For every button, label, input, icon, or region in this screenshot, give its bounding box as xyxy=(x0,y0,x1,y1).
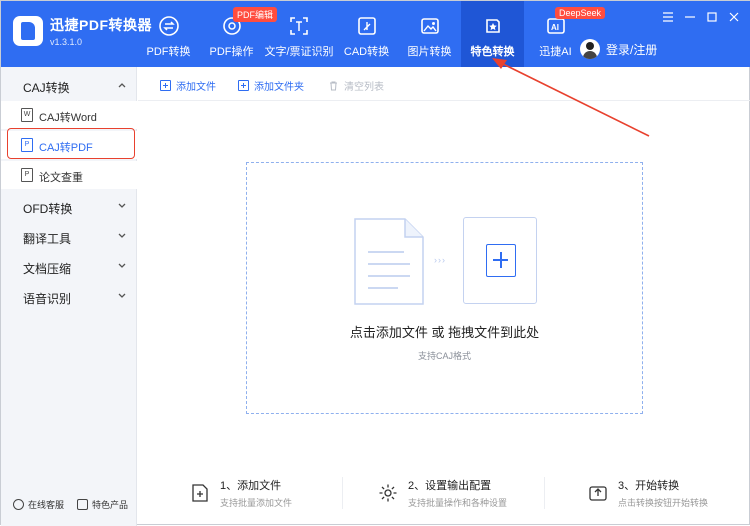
menu-icon[interactable] xyxy=(657,9,679,25)
chevron-up-icon xyxy=(118,83,126,88)
special-icon xyxy=(485,19,500,33)
sidebar-item-paper-check[interactable]: P 论文查重 xyxy=(1,161,137,189)
toolbar: 添加文件 添加文件夹 清空列表 xyxy=(138,67,750,101)
chevron-down-icon xyxy=(118,203,126,208)
app-logo: 迅捷PDF转换器 v1.3.1.0 xyxy=(13,15,152,47)
featured-products-label: 特色产品 xyxy=(92,500,129,510)
sidebar-item-label: 论文查重 xyxy=(39,172,83,184)
nav-label: PDF转换 xyxy=(146,46,191,58)
add-target-box xyxy=(463,217,537,304)
section-label: 语音识别 xyxy=(23,292,72,306)
sidebar-item-label: CAJ转PDF xyxy=(39,142,93,154)
sidebar-section-ofd[interactable]: OFD转换 xyxy=(1,191,137,221)
drop-zone-text: 点击添加文件 或 拖拽文件到此处 xyxy=(349,325,540,340)
login-label: 登录/注册 xyxy=(606,42,658,57)
divider xyxy=(544,477,545,509)
sidebar-section-compress[interactable]: 文档压缩 xyxy=(1,251,137,281)
sidebar-section-caj[interactable]: CAJ转换 xyxy=(1,70,137,100)
app-window: 迅捷PDF转换器 v1.3.1.0 PDF转换 PDF编辑 PDF操作 文字/票… xyxy=(0,0,750,526)
nav-special[interactable]: 特色转换 xyxy=(461,1,524,67)
nav-label: 迅捷AI xyxy=(539,46,572,58)
headset-icon xyxy=(13,499,24,510)
paper-check-icon: P xyxy=(21,168,33,182)
document-illustration-icon xyxy=(354,218,424,305)
file-drop-zone[interactable]: ››› 点击添加文件 或 拖拽文件到此处 支持CAJ格式 xyxy=(246,162,643,414)
sidebar-item-label: CAJ转Word xyxy=(39,112,97,124)
step-settings: 2、设置输出配置 支持批量操作和各种设置 xyxy=(378,471,507,515)
nav-label: CAD转换 xyxy=(343,46,390,58)
nav-cad[interactable]: CAD转换 xyxy=(335,1,398,67)
logo-icon xyxy=(13,16,43,46)
add-file-button[interactable]: 添加文件 xyxy=(160,78,216,93)
step-desc: 支持批量操作和各种设置 xyxy=(408,498,508,508)
gear-icon xyxy=(379,484,397,502)
add-file-label: 添加文件 xyxy=(176,82,216,93)
nav-pdf-convert[interactable]: PDF转换 xyxy=(137,1,200,67)
section-label: 文档压缩 xyxy=(23,262,72,276)
arrows-icon: ››› xyxy=(434,255,446,265)
step-start: 3、开始转换 点击转换按钮开始转换 xyxy=(588,471,708,515)
top-bar: 迅捷PDF转换器 v1.3.1.0 PDF转换 PDF编辑 PDF操作 文字/票… xyxy=(1,1,750,67)
nav-ai[interactable]: AI DeepSeek 迅捷AI xyxy=(524,1,606,67)
step-title: 2、设置输出配置 xyxy=(408,480,492,492)
sidebar-section-translate[interactable]: 翻译工具 xyxy=(1,221,137,251)
add-folder-icon xyxy=(238,80,249,91)
online-service-link[interactable]: 在线客服 xyxy=(13,498,64,511)
main-nav: PDF转换 PDF编辑 PDF操作 文字/票证识别 CAD转换 图片转换 特色转… xyxy=(137,1,606,67)
chevron-down-icon xyxy=(118,263,126,268)
section-label: OFD转换 xyxy=(23,202,73,216)
ocr-icon xyxy=(290,17,308,35)
login-button[interactable]: 登录/注册 xyxy=(580,39,657,59)
online-service-label: 在线客服 xyxy=(28,500,65,510)
pdf-convert-icon xyxy=(158,16,179,36)
pdf-file-icon: P xyxy=(21,138,33,152)
deepseek-badge: DeepSeek xyxy=(555,7,606,19)
sidebar: CAJ转换 W CAJ转Word P CAJ转PDF P 论文查重 OFD转换 … xyxy=(1,67,137,526)
sidebar-item-caj-pdf[interactable]: P CAJ转PDF xyxy=(1,131,137,159)
image-icon xyxy=(420,18,439,34)
add-folder-label: 添加文件夹 xyxy=(254,82,304,93)
maximize-icon[interactable] xyxy=(701,9,723,25)
sidebar-section-speech[interactable]: 语音识别 xyxy=(1,281,137,311)
trash-icon xyxy=(330,81,337,91)
add-file-step-icon xyxy=(192,484,208,502)
section-label: 翻译工具 xyxy=(23,232,72,246)
section-label: CAJ转换 xyxy=(23,81,70,95)
convert-step-icon xyxy=(589,486,607,501)
avatar xyxy=(580,39,600,59)
nav-ocr[interactable]: 文字/票证识别 xyxy=(263,1,335,67)
step-title: 1、添加文件 xyxy=(220,480,282,492)
step-desc: 支持批量添加文件 xyxy=(220,498,293,508)
svg-text:AI: AI xyxy=(551,23,559,32)
nav-label: 特色转换 xyxy=(470,46,515,58)
supported-format-text: 支持CAJ格式 xyxy=(417,351,471,361)
plus-icon xyxy=(486,244,516,277)
featured-products-link[interactable]: 特色产品 xyxy=(77,498,128,511)
nav-pdf-operate[interactable]: PDF编辑 PDF操作 xyxy=(200,1,278,67)
close-icon[interactable] xyxy=(723,9,745,25)
nav-image[interactable]: 图片转换 xyxy=(398,1,461,67)
nav-label: 文字/票证识别 xyxy=(264,46,334,58)
chevron-down-icon xyxy=(118,293,126,298)
step-title: 3、开始转换 xyxy=(618,480,680,492)
nav-label: 图片转换 xyxy=(407,46,452,58)
minimize-icon[interactable] xyxy=(679,9,701,25)
clear-list-button[interactable]: 清空列表 xyxy=(328,78,384,93)
divider xyxy=(342,477,343,509)
word-file-icon: W xyxy=(21,108,33,122)
step-desc: 点击转换按钮开始转换 xyxy=(618,498,709,508)
step-add-file: 1、添加文件 支持批量添加文件 xyxy=(190,471,292,515)
clear-list-label: 清空列表 xyxy=(344,82,384,93)
product-icon xyxy=(77,499,88,510)
chevron-down-icon xyxy=(118,233,126,238)
cad-icon xyxy=(357,17,376,35)
add-folder-button[interactable]: 添加文件夹 xyxy=(238,78,304,93)
add-file-icon xyxy=(160,80,171,91)
steps-bar: 1、添加文件 支持批量添加文件 2、设置输出配置 支持批量操作和各种设置 3、开… xyxy=(138,471,750,519)
window-controls xyxy=(657,9,745,25)
sidebar-item-caj-word[interactable]: W CAJ转Word xyxy=(1,101,137,129)
nav-label: PDF操作 xyxy=(209,46,254,58)
